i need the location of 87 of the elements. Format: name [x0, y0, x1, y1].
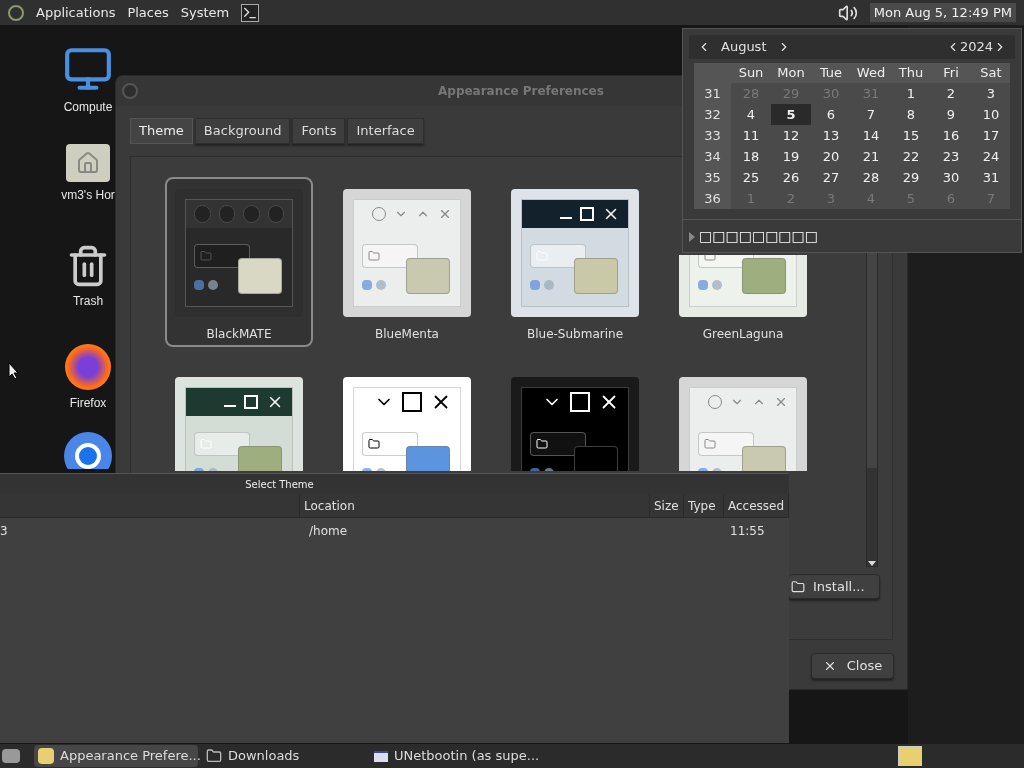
tab[interactable]: Interface: [347, 118, 424, 144]
volume-icon[interactable]: [837, 2, 858, 23]
table-cell-text: 11:55: [729, 523, 766, 540]
calendar-day[interactable]: 6: [811, 104, 851, 125]
calendar-day[interactable]: 25: [731, 167, 771, 188]
column-header[interactable]: Location: [300, 494, 650, 517]
close-button[interactable]: Close: [811, 653, 894, 679]
week-number: 34: [694, 146, 731, 167]
calendar-day[interactable]: 3: [971, 83, 1011, 104]
column-header[interactable]: Size: [650, 494, 684, 517]
column-header[interactable]: Type: [684, 494, 724, 517]
week-number: 32: [694, 104, 731, 125]
tab[interactable]: Background: [194, 118, 291, 144]
calendar-day[interactable]: 19: [771, 146, 811, 167]
panel-menu[interactable]: Places: [127, 2, 169, 23]
calendar-day[interactable]: 26: [771, 167, 811, 188]
expander-label[interactable]: □□□□□□□□□: [699, 226, 819, 247]
app-icon: [38, 748, 54, 764]
table-cell-text: /home: [308, 523, 349, 540]
taskbar-button[interactable]: Downloads: [202, 745, 366, 767]
calendar-day[interactable]: 2: [931, 83, 971, 104]
window-icon: [374, 750, 388, 762]
calendar-day[interactable]: 10: [971, 104, 1011, 125]
desktop-icon-label[interactable]: Trash: [72, 292, 104, 310]
week-number: 35: [694, 167, 731, 188]
weekday-label: Fri: [942, 64, 960, 83]
mouse-pointer-icon: [8, 362, 20, 380]
expander-arrow-icon[interactable]: [689, 231, 695, 242]
clock[interactable]: Mon Aug 5, 12:49 PM: [869, 2, 1016, 23]
calendar-day[interactable]: 5: [771, 104, 811, 125]
calendar-day[interactable]: 18: [731, 146, 771, 167]
calendar-day[interactable]: 12: [771, 125, 811, 146]
desktop-icon-label[interactable]: Firefox: [69, 394, 107, 412]
theme-tile[interactable]: BlackMATE: [165, 177, 313, 347]
calendar-day[interactable]: 30: [931, 167, 971, 188]
calendar-day[interactable]: 15: [891, 125, 931, 146]
theme-tile[interactable]: Blue-Submarine: [501, 177, 649, 347]
calendar-day[interactable]: 24: [971, 146, 1011, 167]
panel-menu[interactable]: System: [180, 2, 230, 23]
calendar-day[interactable]: 27: [811, 167, 851, 188]
terminal-icon[interactable]: [241, 3, 260, 22]
calendar-day[interactable]: 28: [851, 167, 891, 188]
week-number: 33: [694, 125, 731, 146]
folder-icon: [206, 748, 222, 764]
calendar-day[interactable]: 1: [891, 83, 931, 104]
table-cell-text: 3: [0, 523, 9, 540]
weekday-label: Tue: [818, 64, 844, 83]
calendar-day[interactable]: 4: [731, 104, 771, 125]
calendar-day[interactable]: 11: [731, 125, 771, 146]
theme-tile[interactable]: BlueMenta: [333, 177, 481, 347]
calendar-day[interactable]: 7: [851, 104, 891, 125]
calendar-day[interactable]: 21: [851, 146, 891, 167]
calendar-day[interactable]: 31: [971, 167, 1011, 188]
browser-icon[interactable]: [64, 432, 112, 469]
weekday-label: Wed: [855, 64, 887, 83]
week-number: 36: [694, 188, 731, 209]
firefox-icon[interactable]: [65, 344, 111, 390]
calendar-day[interactable]: 17: [971, 125, 1011, 146]
year-label: 2024: [959, 38, 993, 57]
calendar-day[interactable]: 16: [931, 125, 971, 146]
calendar-day[interactable]: 9: [931, 104, 971, 125]
week-number: 31: [694, 83, 731, 104]
weekday-label: Sun: [737, 64, 765, 83]
menu-logo-icon[interactable]: [8, 4, 24, 21]
calendar-day[interactable]: 13: [811, 125, 851, 146]
tab[interactable]: Theme: [130, 118, 193, 144]
weekday-label: Mon: [776, 64, 806, 83]
show-desktop-icon[interactable]: [2, 749, 20, 763]
panel-menu[interactable]: Applications: [36, 2, 116, 23]
calendar-day[interactable]: 8: [891, 104, 931, 125]
folder-icon: [791, 579, 805, 594]
calendar-day[interactable]: 23: [931, 146, 971, 167]
calendar-day[interactable]: 20: [811, 146, 851, 167]
window-title: Select Theme: [245, 477, 314, 492]
calendar-day[interactable]: 29: [891, 167, 931, 188]
weekday-label: Sat: [979, 64, 1003, 83]
install-button[interactable]: Install...: [788, 574, 880, 599]
tab[interactable]: Fonts: [292, 118, 346, 144]
calendar-day[interactable]: 14: [851, 125, 891, 146]
desktop-icon-label[interactable]: Compute: [63, 98, 113, 116]
month-label: August: [721, 38, 768, 57]
weekday-label: Thu: [897, 64, 925, 83]
taskbar-button[interactable]: Appearance Prefere...: [34, 745, 198, 767]
window-title: Appearance Preferences: [438, 83, 604, 100]
calendar-day[interactable]: 22: [891, 146, 931, 167]
column-header[interactable]: Accessed: [724, 494, 789, 517]
desktop-icon-label[interactable]: vm3's Hor: [61, 186, 115, 204]
